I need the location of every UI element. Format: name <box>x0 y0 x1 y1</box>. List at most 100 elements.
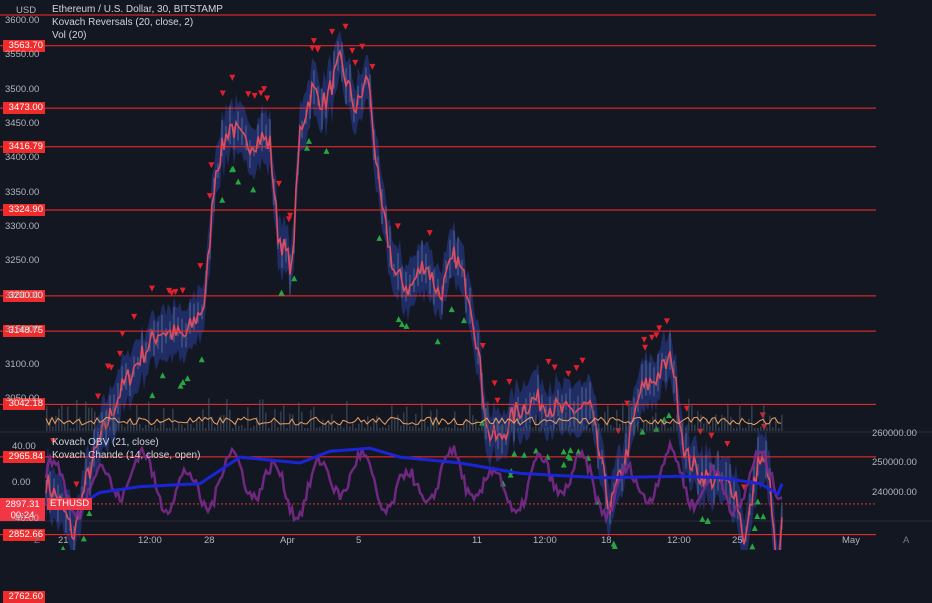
volume-bar <box>421 403 423 431</box>
indicator-legend-chande[interactable]: Kovach Chande (14, close, open) <box>52 450 200 461</box>
reversal-up-triangle-icon <box>395 316 402 323</box>
volume-bar <box>343 427 345 431</box>
volume-bar <box>616 410 618 431</box>
volume-bar <box>109 426 111 431</box>
level-label: 3473.00 <box>3 102 45 115</box>
reversal-down-triangle-icon <box>352 59 359 66</box>
chart-canvas[interactable] <box>0 0 932 550</box>
reversal-down-triangle-icon <box>275 180 282 187</box>
reversal-up-triangle-icon <box>250 186 257 193</box>
volume-bar <box>190 423 192 431</box>
volume-bar <box>496 421 498 431</box>
volume-bar <box>544 427 546 431</box>
volume-bar <box>733 427 735 431</box>
reversal-up-triangle-icon <box>149 392 156 399</box>
symbol-tag: ETHUSD <box>47 497 93 510</box>
volume-bar <box>427 426 429 431</box>
volume-bar <box>664 419 666 431</box>
reversal-down-triangle-icon <box>94 393 101 400</box>
indicator-legend-volume[interactable]: Vol (20) <box>52 30 86 41</box>
reversal-down-triangle-icon <box>551 364 558 371</box>
reversal-up-triangle-icon <box>521 451 528 458</box>
price-tick-label: 3250.00 <box>5 255 40 267</box>
volume-bar <box>628 400 630 431</box>
volume-bar <box>121 424 123 431</box>
time-tick-label: May <box>842 535 860 546</box>
volume-bar <box>757 427 759 431</box>
volume-bar <box>298 402 300 431</box>
volume-bar <box>517 427 519 431</box>
volume-bar <box>511 414 513 431</box>
volume-bar <box>541 413 543 431</box>
volume-bar <box>679 427 681 431</box>
volume-bar <box>151 427 153 431</box>
volume-bar <box>244 427 246 431</box>
price-tick-label: 3300.00 <box>5 221 40 233</box>
volume-bar <box>649 420 651 431</box>
indicator-legend-reversals[interactable]: Kovach Reversals (20, close, 2) <box>52 17 193 28</box>
volume-bar <box>400 425 402 431</box>
volume-bar <box>265 412 267 431</box>
volume-bar <box>607 405 609 431</box>
volume-ma-line <box>45 416 782 427</box>
volume-bar <box>718 427 720 431</box>
auto-scale-button[interactable]: A <box>903 535 909 546</box>
volume-bar <box>376 415 378 431</box>
volume-bar <box>208 398 210 431</box>
volume-bar <box>601 427 603 431</box>
reversal-up-triangle-icon <box>184 375 191 382</box>
volume-bar <box>193 427 195 431</box>
reversal-up-triangle-icon <box>511 450 518 457</box>
reversal-up-triangle-icon <box>754 512 761 519</box>
volume-bar <box>502 424 504 431</box>
volume-bar <box>70 427 72 431</box>
volume-bar <box>643 420 645 431</box>
volume-bar <box>418 427 420 431</box>
volume-bar <box>415 413 417 431</box>
volume-bar <box>268 427 270 431</box>
volume-bar <box>355 427 357 431</box>
volume-bar <box>472 415 474 431</box>
reversal-down-triangle-icon <box>257 90 264 97</box>
volume-bar <box>556 427 558 431</box>
volume-bar <box>736 427 738 431</box>
volume-bar <box>739 405 741 431</box>
time-tick-label: 21 <box>58 535 69 546</box>
volume-bar <box>145 424 147 431</box>
volume-bar <box>712 417 714 431</box>
volume-bar <box>538 427 540 431</box>
volume-bar <box>73 427 75 431</box>
volume-bar <box>661 421 663 431</box>
reversal-up-triangle-icon <box>376 234 383 241</box>
volume-bar <box>691 404 693 431</box>
volume-bar <box>658 427 660 431</box>
volume-bar <box>448 427 450 431</box>
oscillator-tick-label: -40.00 <box>12 513 39 525</box>
volume-bar <box>199 420 201 431</box>
zoom-button[interactable]: Z <box>34 535 40 546</box>
reversal-down-triangle-icon <box>73 481 80 488</box>
level-label: 3416.79 <box>3 140 45 153</box>
reversal-up-triangle-icon <box>219 196 226 203</box>
indicator-legend-obv[interactable]: Kovach OBV (21, close) <box>52 437 159 448</box>
reversal-up-triangle-icon <box>235 178 242 185</box>
volume-bar <box>106 408 108 431</box>
volume-bar <box>283 405 285 431</box>
volume-bar <box>115 423 117 431</box>
volume-bar <box>760 426 762 431</box>
reversal-down-triangle-icon <box>426 230 433 237</box>
time-tick-label: 25 <box>732 535 743 546</box>
volume-bar <box>493 427 495 431</box>
volume-bar <box>439 427 441 431</box>
reversal-up-triangle-icon <box>751 525 758 532</box>
volume-bar <box>238 426 240 431</box>
volume-bar <box>565 411 567 431</box>
volume-bar <box>409 426 411 431</box>
reversal-down-triangle-icon <box>168 290 175 297</box>
volume-bar <box>406 406 408 431</box>
volume-bar <box>52 426 54 431</box>
volume-bar <box>424 421 426 431</box>
reversal-down-triangle-icon <box>573 365 580 372</box>
volume-bar <box>412 426 414 431</box>
volume-bar <box>670 427 672 431</box>
